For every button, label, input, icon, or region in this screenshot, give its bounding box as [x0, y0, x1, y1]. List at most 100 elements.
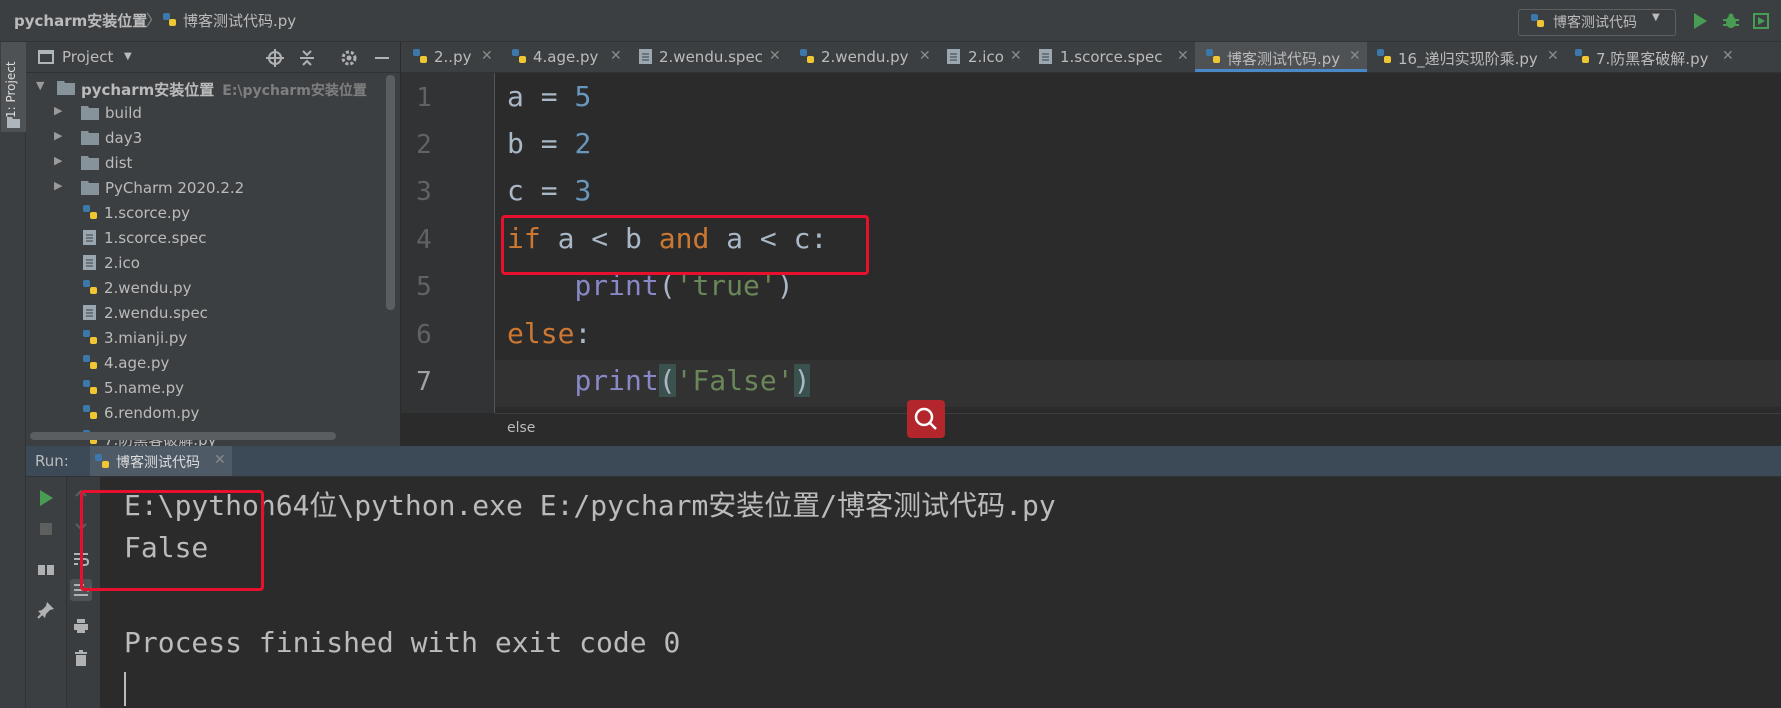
tree-root-label: pycharm安装位置 E:\pycharm安装位置 [81, 81, 367, 99]
tree-file[interactable]: 3.mianji.py [26, 325, 400, 350]
chevron-down-icon[interactable]: ▼ [36, 79, 44, 92]
tree-file[interactable]: 2.wendu.py [26, 275, 400, 300]
editor-breadcrumb[interactable]: else [507, 420, 535, 436]
stop-icon[interactable] [38, 521, 54, 541]
close-icon[interactable]: ✕ [610, 48, 622, 64]
tree-file-label: 4.age.py [104, 354, 170, 372]
rerun-icon[interactable] [38, 489, 54, 511]
editor-tab[interactable]: 2.wendu.py ✕ [789, 42, 937, 72]
chevron-down-icon: ▼ [1652, 12, 1660, 23]
search-button[interactable] [907, 400, 945, 438]
line-number: 3 [416, 177, 432, 207]
editor-tab[interactable]: 4.age.py ✕ [501, 42, 629, 72]
close-icon[interactable]: ✕ [919, 48, 931, 64]
tree-file[interactable]: 1.scorce.py [26, 200, 400, 225]
folder-icon [57, 80, 75, 99]
close-icon[interactable]: ✕ [1177, 48, 1189, 64]
breadcrumb-project[interactable]: pycharm安装位置 [14, 10, 147, 31]
python-file-icon [83, 205, 98, 224]
minimize-icon[interactable] [374, 49, 390, 71]
code-line[interactable]: b = 2 [507, 127, 591, 160]
chevron-down-icon[interactable]: ▼ [124, 51, 132, 62]
chevron-right-icon[interactable]: ▶ [54, 154, 62, 167]
text-file-icon [83, 230, 96, 249]
tree-folder[interactable]: ▶ dist [26, 150, 400, 175]
close-icon[interactable]: ✕ [214, 452, 226, 468]
close-icon[interactable]: ✕ [481, 48, 493, 64]
editor-tab[interactable]: 1.scorce.spec ✕ [1029, 42, 1195, 72]
python-file-icon [95, 454, 110, 473]
code-line[interactable]: a = 5 [507, 80, 591, 113]
tree-file[interactable]: 4.age.py [26, 350, 400, 375]
close-icon[interactable]: ✕ [1349, 48, 1361, 64]
folder-icon [38, 50, 54, 68]
tree-file[interactable]: 2.wendu.spec [26, 300, 400, 325]
editor-tab-label: 1.scorce.spec [1060, 48, 1163, 66]
tree-folder[interactable]: ▶ build [26, 100, 400, 125]
editor-tab-label: 7.防黑客破解.py [1596, 50, 1709, 68]
close-icon[interactable]: ✕ [1547, 48, 1559, 64]
locate-icon[interactable] [266, 49, 284, 71]
folder-icon [81, 180, 99, 199]
run-tab-label: 博客测试代码 [116, 455, 200, 471]
highlight-box-condition [501, 215, 869, 275]
editor-tab[interactable]: 16_递归实现阶乘.py ✕ [1367, 42, 1565, 72]
tree-file-label: 2.wendu.py [104, 279, 192, 297]
collapse-all-icon[interactable] [299, 49, 315, 71]
tree-file-label: 3.mianji.py [104, 329, 188, 347]
print-icon[interactable] [73, 618, 89, 638]
chevron-right-icon[interactable]: ▶ [54, 104, 62, 117]
breadcrumb-separator: 〉 [146, 11, 162, 29]
project-panel-title[interactable]: Project [62, 48, 113, 66]
tree-file[interactable]: 1.scorce.spec [26, 225, 400, 250]
vertical-scrollbar[interactable] [386, 75, 395, 310]
text-file-icon [639, 49, 652, 68]
layout-icon[interactable] [37, 562, 55, 582]
editor-tab-label: 2.wendu.spec [659, 48, 763, 66]
editor-tab[interactable]: 7.防黑客破解.py ✕ [1565, 42, 1740, 72]
code-line[interactable]: else: [507, 317, 591, 350]
python-file-icon [1530, 13, 1546, 33]
gear-icon[interactable] [340, 49, 358, 71]
close-icon[interactable]: ✕ [1722, 48, 1734, 64]
python-file-icon [83, 280, 98, 299]
pin-icon[interactable] [37, 601, 55, 623]
editor-tab-active[interactable]: 博客测试代码.py ✕ [1195, 42, 1367, 72]
editor-tab-label: 2.wendu.py [821, 48, 909, 66]
editor-tab-label: 2.ico [968, 48, 1004, 66]
horizontal-scrollbar[interactable] [30, 432, 336, 440]
line-number: 1 [416, 83, 432, 113]
tree-file[interactable]: 6.rendom.py [26, 400, 400, 425]
tree-file-label: 2.wendu.spec [104, 304, 208, 322]
run-icon[interactable] [1692, 12, 1708, 34]
line-number: 7 [416, 367, 432, 397]
trash-icon[interactable] [74, 650, 88, 670]
tree-file-label: 1.scorce.spec [104, 229, 207, 247]
code-line[interactable]: print('False') [507, 364, 811, 397]
editor-tab[interactable]: 2.ico ✕ [937, 42, 1029, 72]
editor-tab[interactable]: 2..py ✕ [401, 42, 501, 72]
chevron-right-icon[interactable]: ▶ [54, 179, 62, 192]
python-file-icon [512, 49, 527, 68]
editor-tab[interactable]: 2.wendu.spec ✕ [629, 42, 789, 72]
text-caret [124, 672, 126, 706]
coverage-icon[interactable] [1752, 12, 1770, 34]
project-tool-label[interactable]: 1: Project [4, 61, 18, 118]
tree-file-label: 2.ico [104, 254, 140, 272]
python-file-icon [83, 330, 98, 349]
left-tool-stripe [0, 42, 26, 708]
debug-icon[interactable] [1722, 12, 1740, 34]
breadcrumb-file[interactable]: 博客测试代码.py [183, 10, 296, 31]
python-file-icon [83, 355, 98, 374]
run-panel-label: Run: [35, 452, 69, 470]
close-icon[interactable]: ✕ [769, 48, 781, 64]
tree-folder[interactable]: ▶ PyCharm 2020.2.2 [26, 175, 400, 200]
editor-tab-bar: 2..py ✕ 4.age.py ✕ 2.wendu.spec ✕ 2.wend… [401, 42, 1781, 73]
tree-folder[interactable]: ▶ day3 [26, 125, 400, 150]
tree-root[interactable]: ▼ pycharm安装位置 E:\pycharm安装位置 [26, 75, 400, 100]
chevron-right-icon[interactable]: ▶ [54, 129, 62, 142]
tree-file[interactable]: 2.ico [26, 250, 400, 275]
close-icon[interactable]: ✕ [1010, 48, 1022, 64]
tree-file[interactable]: 5.name.py [26, 375, 400, 400]
code-line[interactable]: c = 3 [507, 174, 591, 207]
